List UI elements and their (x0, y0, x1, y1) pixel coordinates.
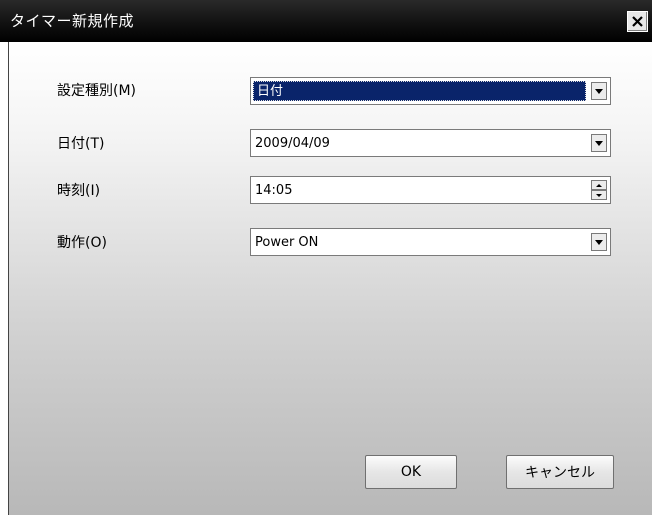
close-icon (632, 16, 643, 27)
date-label: 日付(T) (57, 136, 105, 152)
dropdown-arrow-icon (595, 88, 603, 94)
title-bar[interactable]: タイマー新規作成 (0, 0, 652, 42)
setting-type-dropdown-button[interactable] (591, 82, 607, 100)
time-value: 14:05 (255, 183, 293, 198)
setting-type-value: 日付 (253, 81, 586, 101)
action-label: 動作(O) (57, 235, 107, 251)
time-spin-up-button[interactable] (591, 180, 607, 190)
dialog-body: 設定種別(M) 日付 日付(T) 2009/04/09 時刻(I) 14:05 (8, 42, 652, 515)
date-dropdown-button[interactable] (591, 134, 607, 152)
time-spin-down-button[interactable] (591, 190, 607, 200)
action-select[interactable]: Power ON (250, 228, 611, 256)
time-spinner (591, 180, 607, 200)
time-input[interactable]: 14:05 (250, 176, 611, 204)
date-picker[interactable]: 2009/04/09 (250, 129, 611, 157)
setting-type-label: 設定種別(M) (57, 83, 137, 99)
action-dropdown-button[interactable] (591, 233, 607, 251)
time-label: 時刻(I) (57, 183, 101, 199)
setting-type-select[interactable]: 日付 (250, 77, 611, 105)
date-value: 2009/04/09 (255, 136, 330, 151)
spin-up-icon (596, 183, 602, 187)
timer-create-dialog: タイマー新規作成 設定種別(M) 日付 日付(T) 2009/04/09 時刻(… (0, 0, 652, 515)
close-button[interactable] (627, 11, 648, 32)
window-title: タイマー新規作成 (10, 12, 135, 30)
action-value: Power ON (255, 235, 319, 250)
dropdown-arrow-icon (595, 239, 603, 245)
ok-button[interactable]: OK (365, 455, 457, 489)
spin-down-icon (596, 193, 602, 197)
dropdown-arrow-icon (595, 140, 603, 146)
cancel-button[interactable]: キャンセル (506, 455, 614, 489)
